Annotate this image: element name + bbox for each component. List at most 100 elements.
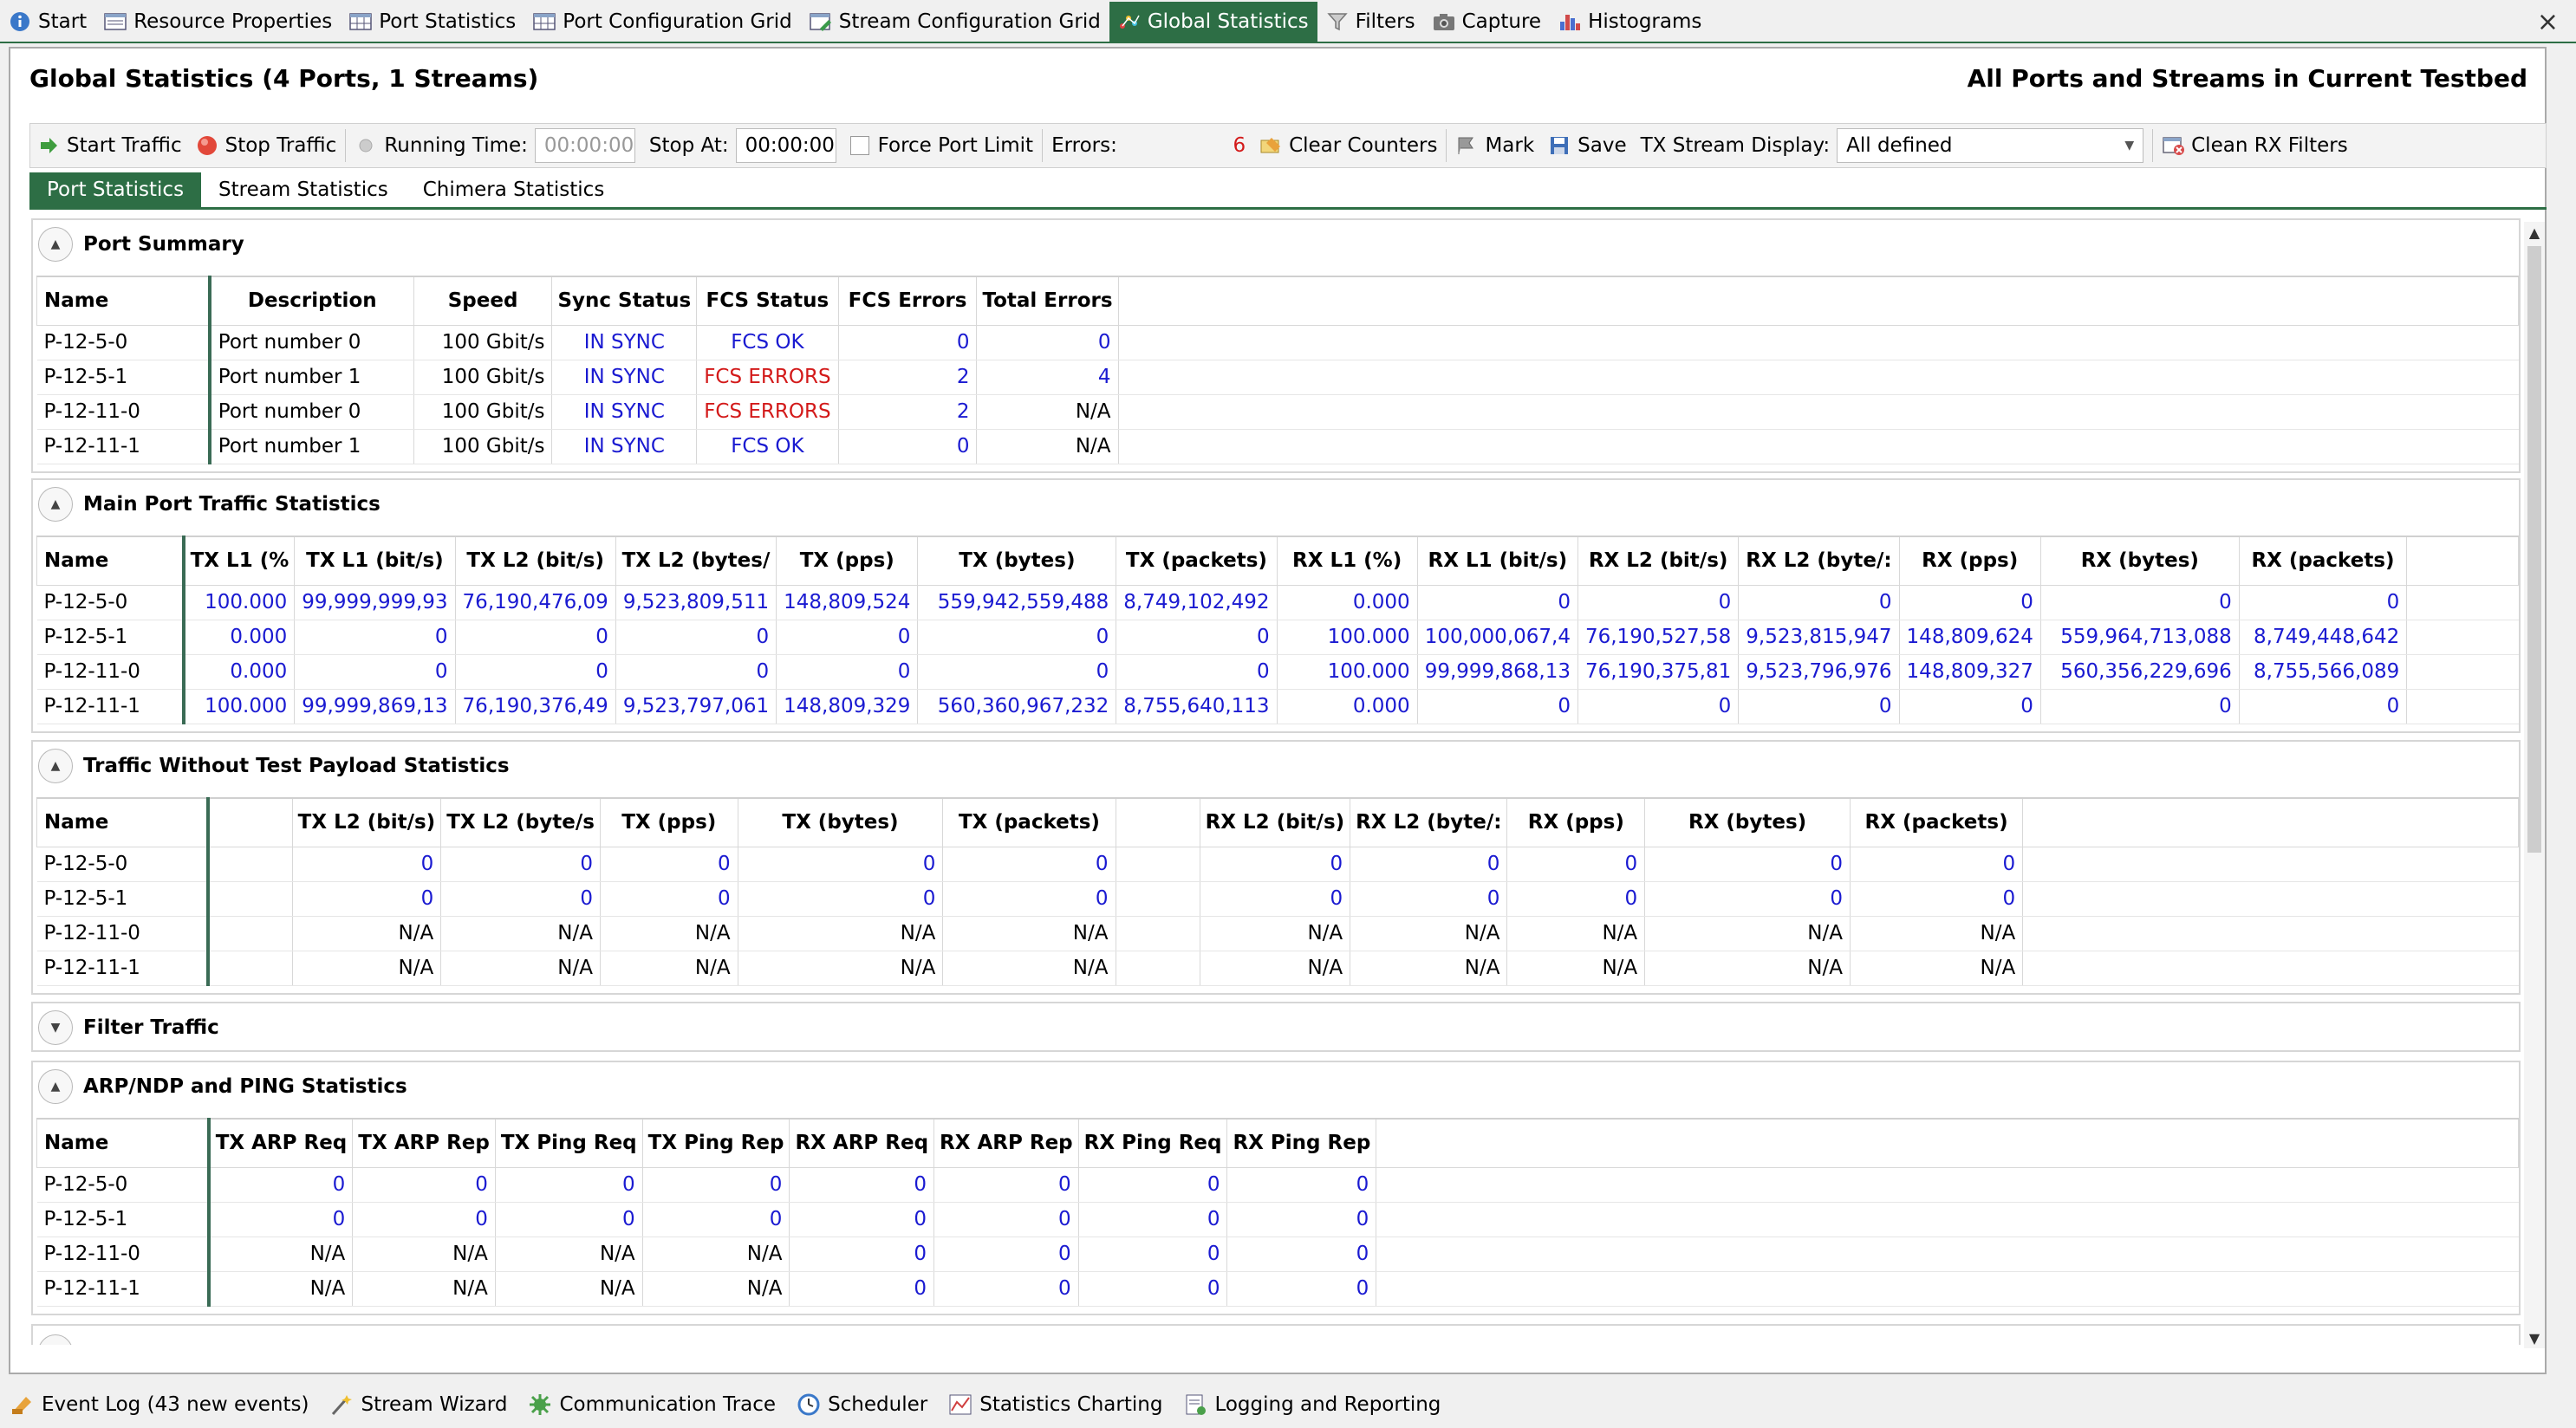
collapse-up-icon[interactable]: ▲ xyxy=(38,487,73,522)
table-row[interactable]: P-12-5-0 100.000 99,999,999,93 76,190,476,0… xyxy=(36,585,2519,620)
column-header[interactable]: RX ARP Req xyxy=(789,1118,935,1168)
column-header[interactable]: TX Ping Req xyxy=(494,1118,643,1168)
table-row[interactable]: P-12-5-1 0 0 0 0 0 0 0 0 0 0 xyxy=(36,881,2519,917)
stream-wizard-button[interactable]: Stream Wizard xyxy=(319,1392,517,1417)
table-row[interactable]: P-12-5-1 Port number 1 100 Gbit/s IN SYNC FC… xyxy=(36,360,2519,395)
column-header[interactable]: RX L1 (%) xyxy=(1276,536,1418,586)
table-row[interactable]: P-12-11-1 100.000 99,999,869,13 76,190,376,… xyxy=(36,689,2519,724)
column-header[interactable]: Name xyxy=(36,797,211,847)
column-header[interactable]: Total Errors xyxy=(976,276,1119,326)
logging-reporting-button[interactable]: Logging and Reporting xyxy=(1173,1392,1451,1417)
column-header[interactable]: TX (packets) xyxy=(1116,536,1278,586)
tab-start[interactable]: Start xyxy=(0,2,95,42)
tab-port-statistics-sub[interactable]: Port Statistics xyxy=(29,172,202,207)
column-header[interactable]: Speed xyxy=(413,276,553,326)
column-header[interactable]: RX (packets) xyxy=(2238,536,2408,586)
tab-global-statistics[interactable]: Global Statistics xyxy=(1109,2,1317,42)
table-row[interactable]: P-12-5-0 0 0 0 0 0 0 0 0 0 0 xyxy=(36,847,2519,882)
vertical-scrollbar[interactable]: ▲ ▼ xyxy=(2524,222,2545,1348)
tab-chimera-statistics[interactable]: Chimera Statistics xyxy=(406,172,622,207)
column-header[interactable]: RX (pps) xyxy=(1506,797,1646,847)
column-header[interactable]: Sync Status xyxy=(551,276,698,326)
scroll-down-icon[interactable]: ▼ xyxy=(2524,1327,2545,1348)
column-header[interactable]: RX (bytes) xyxy=(2039,536,2240,586)
column-header[interactable]: RX L2 (bit/s) xyxy=(1577,536,1740,586)
save-button[interactable]: Save xyxy=(1541,124,1633,167)
statistics-charting-button[interactable]: Statistics Charting xyxy=(938,1392,1173,1417)
collapse-up-icon[interactable]: ▲ xyxy=(38,749,73,783)
table-row[interactable]: P-12-11-0 Port number 0 100 Gbit/s IN SYNC F… xyxy=(36,394,2519,430)
table-row[interactable]: P-12-5-1 0 0 0 0 0 0 0 0 xyxy=(36,1202,2519,1237)
communication-trace-button[interactable]: Communication Trace xyxy=(517,1392,786,1417)
scroll-thumb[interactable] xyxy=(2527,246,2541,853)
tab-histograms[interactable]: Histograms xyxy=(1550,2,1710,42)
tab-stream-statistics[interactable]: Stream Statistics xyxy=(201,172,406,207)
column-header[interactable]: TX (bytes) xyxy=(917,536,1117,586)
column-header[interactable]: Name xyxy=(36,536,185,586)
table-row[interactable]: P-12-11-1 N/A N/A N/A N/A 0 0 0 0 xyxy=(36,1271,2519,1307)
clean-rx-filters-button[interactable]: Clean RX Filters xyxy=(2155,124,2355,167)
column-header[interactable]: RX Ping Rep xyxy=(1226,1118,1377,1168)
column-header[interactable]: FCS Errors xyxy=(837,276,978,326)
column-header[interactable]: Description xyxy=(209,276,414,326)
tab-capture[interactable]: Capture xyxy=(1424,2,1550,42)
scheduler-button[interactable]: Scheduler xyxy=(786,1392,938,1417)
column-header[interactable]: RX L1 (bit/s) xyxy=(1416,536,1578,586)
close-icon[interactable]: × xyxy=(2537,7,2559,37)
column-header[interactable]: TX (pps) xyxy=(599,797,738,847)
column-header[interactable]: TX L2 (byte/s xyxy=(440,797,601,847)
tab-filters[interactable]: Filters xyxy=(1317,2,1424,42)
tab-stream-configuration-grid[interactable]: Stream Configuration Grid xyxy=(801,2,1109,42)
column-header[interactable]: RX (packets) xyxy=(1849,797,2024,847)
column-header[interactable]: RX Ping Req xyxy=(1077,1118,1228,1168)
table-row[interactable]: P-12-11-0 0.000 0 0 0 0 0 0 100.000 99,999,868,13… xyxy=(36,654,2519,690)
column-header[interactable] xyxy=(1115,797,1200,847)
table-row[interactable]: P-12-5-1 0.000 0 0 0 0 0 0 100.000 100,000,067,4 7… xyxy=(36,620,2519,655)
column-header[interactable]: TX (pps) xyxy=(776,536,919,586)
column-header[interactable]: TX L1 (bit/s) xyxy=(294,536,456,586)
mark-button[interactable]: Mark xyxy=(1448,124,1541,167)
start-traffic-button[interactable]: Start Traffic xyxy=(30,124,189,167)
column-header[interactable] xyxy=(207,797,293,847)
stop-at-field[interactable]: 00:00:00 xyxy=(735,128,836,163)
scroll-up-icon[interactable]: ▲ xyxy=(2524,222,2545,243)
column-header[interactable]: RX L2 (byte/: xyxy=(1738,536,1900,586)
column-header[interactable]: TX L2 (bit/s) xyxy=(291,797,442,847)
column-header[interactable]: TX L1 (% xyxy=(183,536,296,586)
column-header[interactable]: FCS Status xyxy=(696,276,839,326)
expand-down-icon[interactable]: ▼ xyxy=(38,1010,73,1045)
table-row[interactable]: P-12-11-0 N/A N/A N/A N/A 0 0 0 0 xyxy=(36,1237,2519,1272)
table-row[interactable]: P-12-5-0 0 0 0 0 0 0 0 0 xyxy=(36,1167,2519,1203)
force-port-limit-checkbox[interactable]: Force Port Limit xyxy=(843,124,1040,167)
tab-port-statistics[interactable]: Port Statistics xyxy=(341,2,524,42)
tab-port-configuration-grid[interactable]: Port Configuration Grid xyxy=(524,2,800,42)
checkbox-box[interactable] xyxy=(849,136,869,155)
column-header[interactable]: Name xyxy=(36,276,211,326)
column-header[interactable]: TX ARP Rep xyxy=(352,1118,496,1168)
column-header[interactable]: RX L2 (byte/: xyxy=(1350,797,1508,847)
table-row[interactable]: P-12-11-0 N/A N/A N/A N/A N/A N/A N/A N/A N/A N/A xyxy=(36,916,2519,951)
collapse-up-icon[interactable]: ▲ xyxy=(38,227,73,262)
column-header[interactable]: RX (pps) xyxy=(1898,536,2041,586)
collapse-up-icon[interactable]: ▲ xyxy=(38,1334,73,1345)
column-header[interactable]: TX (bytes) xyxy=(737,797,944,847)
value-cell: 0 xyxy=(2040,689,2240,724)
tab-resource-properties[interactable]: Resource Properties xyxy=(95,2,341,42)
clear-counters-button[interactable]: Clear Counters xyxy=(1252,124,1444,167)
table-row[interactable]: P-12-11-1 Port number 1 100 Gbit/s IN SYNC F… xyxy=(36,429,2519,464)
table-row[interactable]: P-12-5-0 Port number 0 100 Gbit/s IN SYNC FC… xyxy=(36,325,2519,360)
column-header[interactable]: RX (bytes) xyxy=(1644,797,1851,847)
column-header[interactable]: TX L2 (bit/s) xyxy=(454,536,616,586)
collapse-up-icon[interactable]: ▲ xyxy=(38,1069,73,1104)
table-row[interactable]: P-12-11-1 N/A N/A N/A N/A N/A N/A N/A N/A N/A N/A xyxy=(36,951,2519,986)
column-header[interactable]: RX L2 (bit/s) xyxy=(1199,797,1351,847)
event-log-button[interactable]: Event Log (43 new events) xyxy=(0,1392,319,1417)
column-header[interactable]: TX Ping Rep xyxy=(641,1118,790,1168)
column-header[interactable]: TX (packets) xyxy=(942,797,1116,847)
column-header[interactable]: RX ARP Rep xyxy=(933,1118,1079,1168)
column-header[interactable]: Name xyxy=(36,1118,211,1168)
tx-stream-display-select[interactable]: All defined ▼ xyxy=(1837,128,2144,163)
stop-traffic-button[interactable]: Stop Traffic xyxy=(189,124,344,167)
column-header[interactable]: TX ARP Req xyxy=(208,1118,354,1168)
column-header[interactable]: TX L2 (bytes/ xyxy=(615,536,777,586)
